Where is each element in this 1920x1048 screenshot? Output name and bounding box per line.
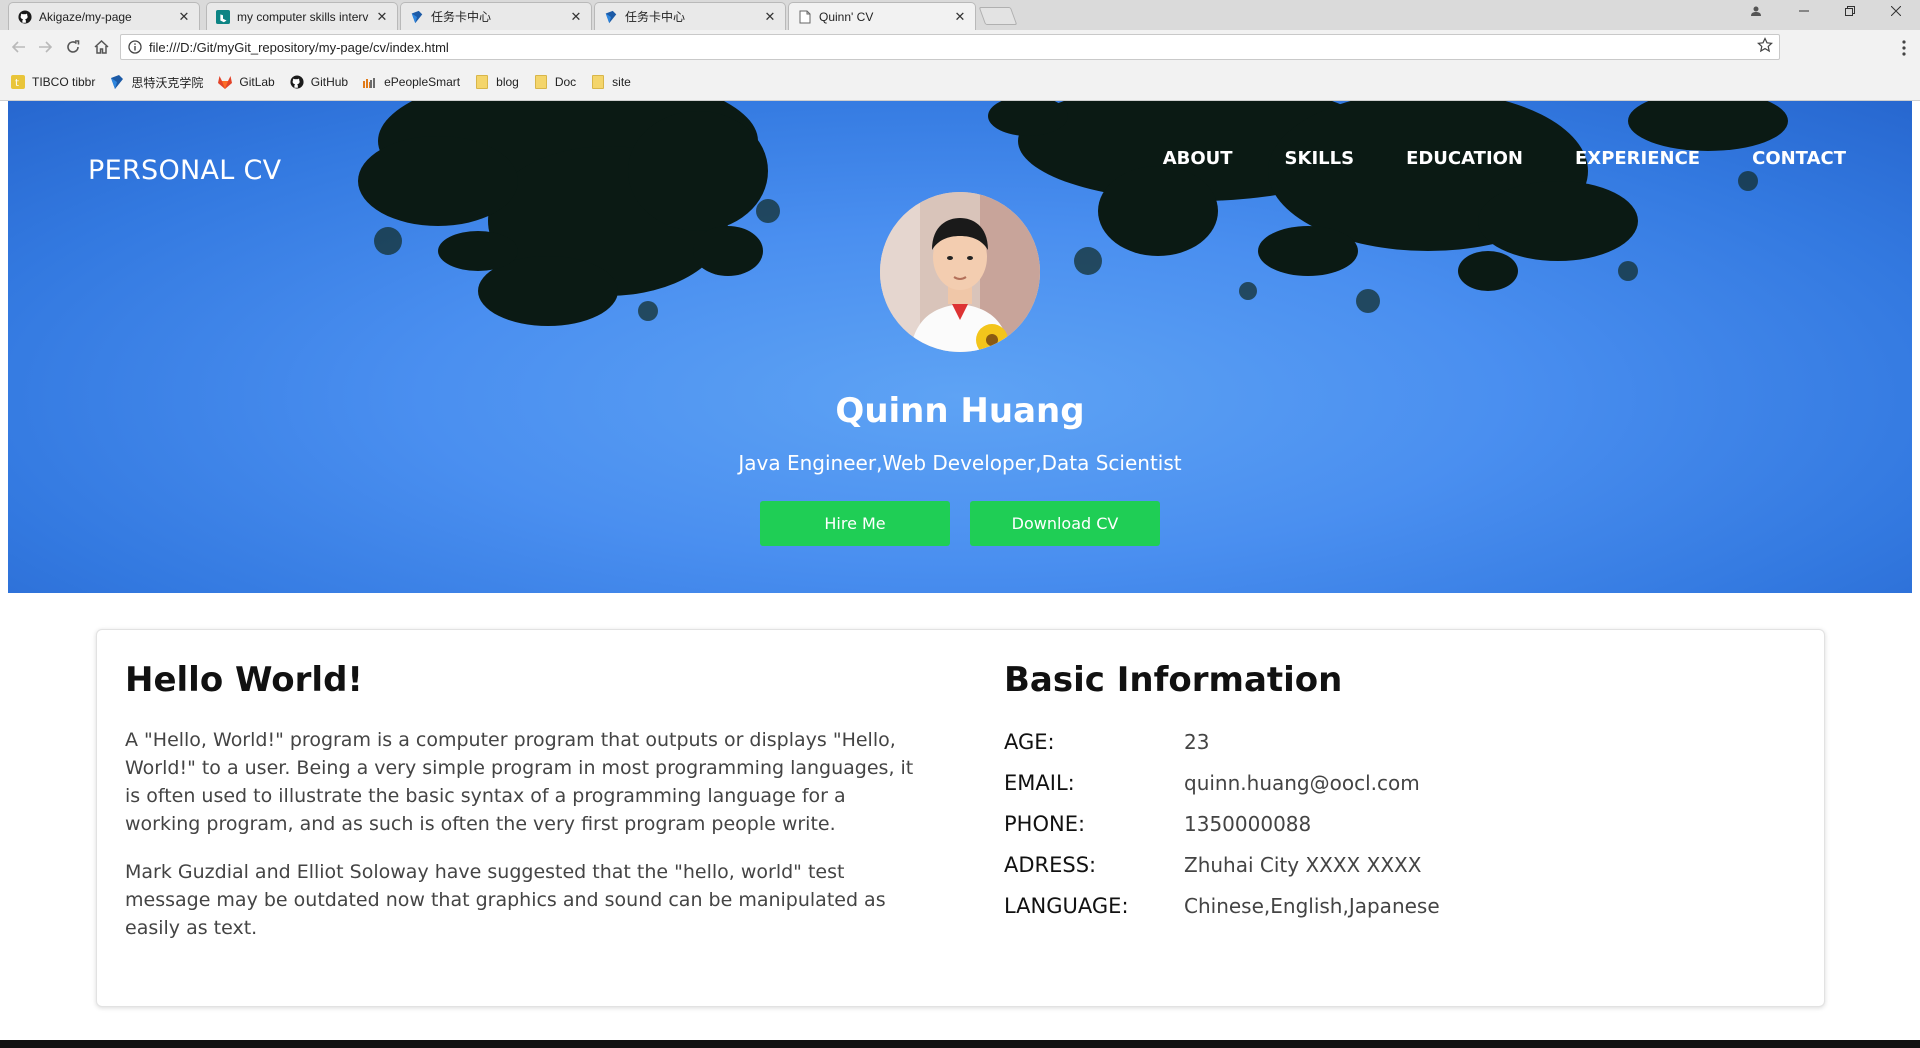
nav-education[interactable]: EDUCATION: [1406, 148, 1523, 169]
bookmark-star-icon[interactable]: [1757, 37, 1773, 56]
tab-task-center-1[interactable]: 任务卡中心 ✕: [400, 2, 592, 30]
info-key: EMAIL:: [1004, 771, 1075, 795]
task-icon: [603, 9, 619, 25]
info-row-phone: PHONE: 1350000088: [1004, 812, 1311, 836]
basic-info-heading: Basic Information: [1004, 660, 1343, 700]
info-value: Zhuhai City XXXX XXXX: [1184, 853, 1422, 877]
bookmark-label: 思特沃克学院: [131, 75, 204, 90]
tab-title: 任务卡中心: [431, 10, 492, 24]
about-paragraph: Mark Guzdial and Elliot Soloway have sug…: [125, 861, 886, 939]
bookmark-label: GitLab: [239, 75, 275, 89]
folder-icon: [474, 74, 490, 90]
page-icon: [797, 9, 813, 25]
info-row-age: AGE: 23: [1004, 730, 1209, 754]
profile-subtitle: Java Engineer,Web Developer,Data Scienti…: [738, 451, 1182, 475]
info-value: 23: [1184, 730, 1210, 754]
url-text[interactable]: file:///D:/Git/myGit_repository/my-page/…: [149, 40, 449, 55]
github-icon: [289, 74, 305, 90]
nav-experience[interactable]: EXPERIENCE: [1575, 148, 1700, 169]
info-value[interactable]: quinn.huang@oocl.com: [1184, 771, 1420, 795]
tibbr-icon: t: [10, 74, 26, 90]
bookmark-github[interactable]: GitHub: [289, 74, 348, 90]
github-icon: [17, 9, 33, 25]
tab-title: my computer skills interv: [237, 9, 369, 24]
about-paragraph: A "Hello, World!" program is a computer …: [125, 729, 914, 835]
address-bar[interactable]: file:///D:/Git/myGit_repository/my-page/…: [120, 34, 1780, 60]
gitlab-icon: [217, 74, 233, 90]
thoughtworks-icon: [109, 74, 125, 90]
tab-task-center-2[interactable]: 任务卡中心 ✕: [594, 2, 786, 30]
window-close-icon[interactable]: [1876, 0, 1916, 22]
profile-icon[interactable]: [1736, 0, 1776, 22]
hero-section: PERSONAL CV ABOUT SKILLS EDUCATION EXPER…: [8, 101, 1912, 593]
close-icon[interactable]: ✕: [569, 9, 583, 25]
avatar: [880, 192, 1040, 352]
info-row-email: EMAIL: quinn.huang@oocl.com: [1004, 771, 1420, 795]
bing-icon: [215, 9, 231, 25]
info-icon[interactable]: [121, 40, 149, 54]
tab-quinn-cv[interactable]: Quinn' CV ✕: [788, 2, 976, 30]
browser-toolbar: file:///D:/Git/myGit_repository/my-page/…: [0, 30, 1920, 64]
restore-icon[interactable]: [1830, 0, 1870, 22]
tab-strip: Akigaze/my-page ✕ my computer skills int…: [0, 0, 1920, 30]
info-key: LANGUAGE:: [1004, 894, 1129, 918]
info-value: 1350000088: [1184, 812, 1312, 836]
nav-about[interactable]: ABOUT: [1163, 148, 1233, 169]
download-cv-button[interactable]: Download CV: [970, 501, 1160, 546]
bookmark-thoughtworks[interactable]: 思特沃克学院: [109, 74, 203, 91]
bookmark-folder-doc[interactable]: Doc: [533, 74, 576, 90]
forward-icon[interactable]: [34, 36, 56, 58]
bookmark-label: ePeopleSmart: [384, 75, 461, 89]
epeoplesmart-icon: [362, 74, 378, 90]
info-key: PHONE:: [1004, 812, 1086, 836]
close-icon[interactable]: ✕: [763, 9, 777, 25]
tab-title: Quinn' CV: [819, 9, 874, 24]
about-text: A "Hello, World!" program is a computer …: [125, 726, 925, 962]
info-key: AGE:: [1004, 730, 1055, 754]
info-value: Chinese,English,Japanese: [1184, 894, 1440, 918]
bookmark-tibbr[interactable]: t TIBCO tibbr: [10, 74, 95, 90]
nav-contact[interactable]: CONTACT: [1752, 148, 1846, 169]
new-tab-button[interactable]: [978, 7, 1018, 25]
about-card: Hello World! A "Hello, World!" program i…: [96, 629, 1825, 1007]
tab-github[interactable]: Akigaze/my-page ✕: [8, 2, 200, 30]
main-nav: ABOUT SKILLS EDUCATION EXPERIENCE CONTAC…: [1111, 148, 1846, 169]
about-heading: Hello World!: [125, 660, 363, 700]
menu-icon[interactable]: [1896, 38, 1912, 58]
brand-logo[interactable]: PERSONAL CV: [88, 155, 281, 186]
tab-title: 任务卡中心: [625, 10, 686, 24]
svg-text:t: t: [15, 78, 19, 89]
tab-bing[interactable]: my computer skills interv ✕: [206, 2, 398, 30]
task-icon: [409, 9, 425, 25]
bookmark-folder-blog[interactable]: blog: [474, 74, 519, 90]
info-row-address: ADRESS: Zhuhai City XXXX XXXX: [1004, 853, 1421, 877]
close-icon[interactable]: ✕: [953, 9, 967, 25]
close-icon[interactable]: ✕: [177, 9, 191, 25]
bookmark-label: TIBCO tibbr: [32, 75, 96, 89]
profile-name: Quinn Huang: [835, 391, 1085, 431]
back-icon[interactable]: [8, 36, 30, 58]
home-icon[interactable]: [90, 36, 112, 58]
bookmark-label: GitHub: [310, 75, 349, 89]
reload-icon[interactable]: [62, 36, 84, 58]
folder-icon: [590, 74, 606, 90]
bookmark-epeoplesmart[interactable]: ePeopleSmart: [362, 74, 460, 90]
minimize-icon[interactable]: [1784, 0, 1824, 22]
taskbar: [0, 1040, 1920, 1048]
bookmark-folder-site[interactable]: site: [590, 74, 631, 90]
info-key: ADRESS:: [1004, 853, 1097, 877]
bookmark-label: Doc: [554, 75, 577, 89]
tab-title: Akigaze/my-page: [39, 9, 132, 24]
bookmark-gitlab[interactable]: GitLab: [217, 74, 275, 90]
info-row-language: LANGUAGE: Chinese,English,Japanese: [1004, 894, 1440, 918]
hire-me-button[interactable]: Hire Me: [760, 501, 950, 546]
close-icon[interactable]: ✕: [375, 9, 389, 25]
bookmark-label: blog: [496, 75, 519, 89]
bookmark-label: site: [612, 75, 631, 89]
folder-icon: [533, 74, 549, 90]
bookmarks-bar: t TIBCO tibbr 思特沃克学院 GitLab GitHub ePeop…: [0, 64, 1920, 101]
nav-skills[interactable]: SKILLS: [1285, 148, 1355, 169]
